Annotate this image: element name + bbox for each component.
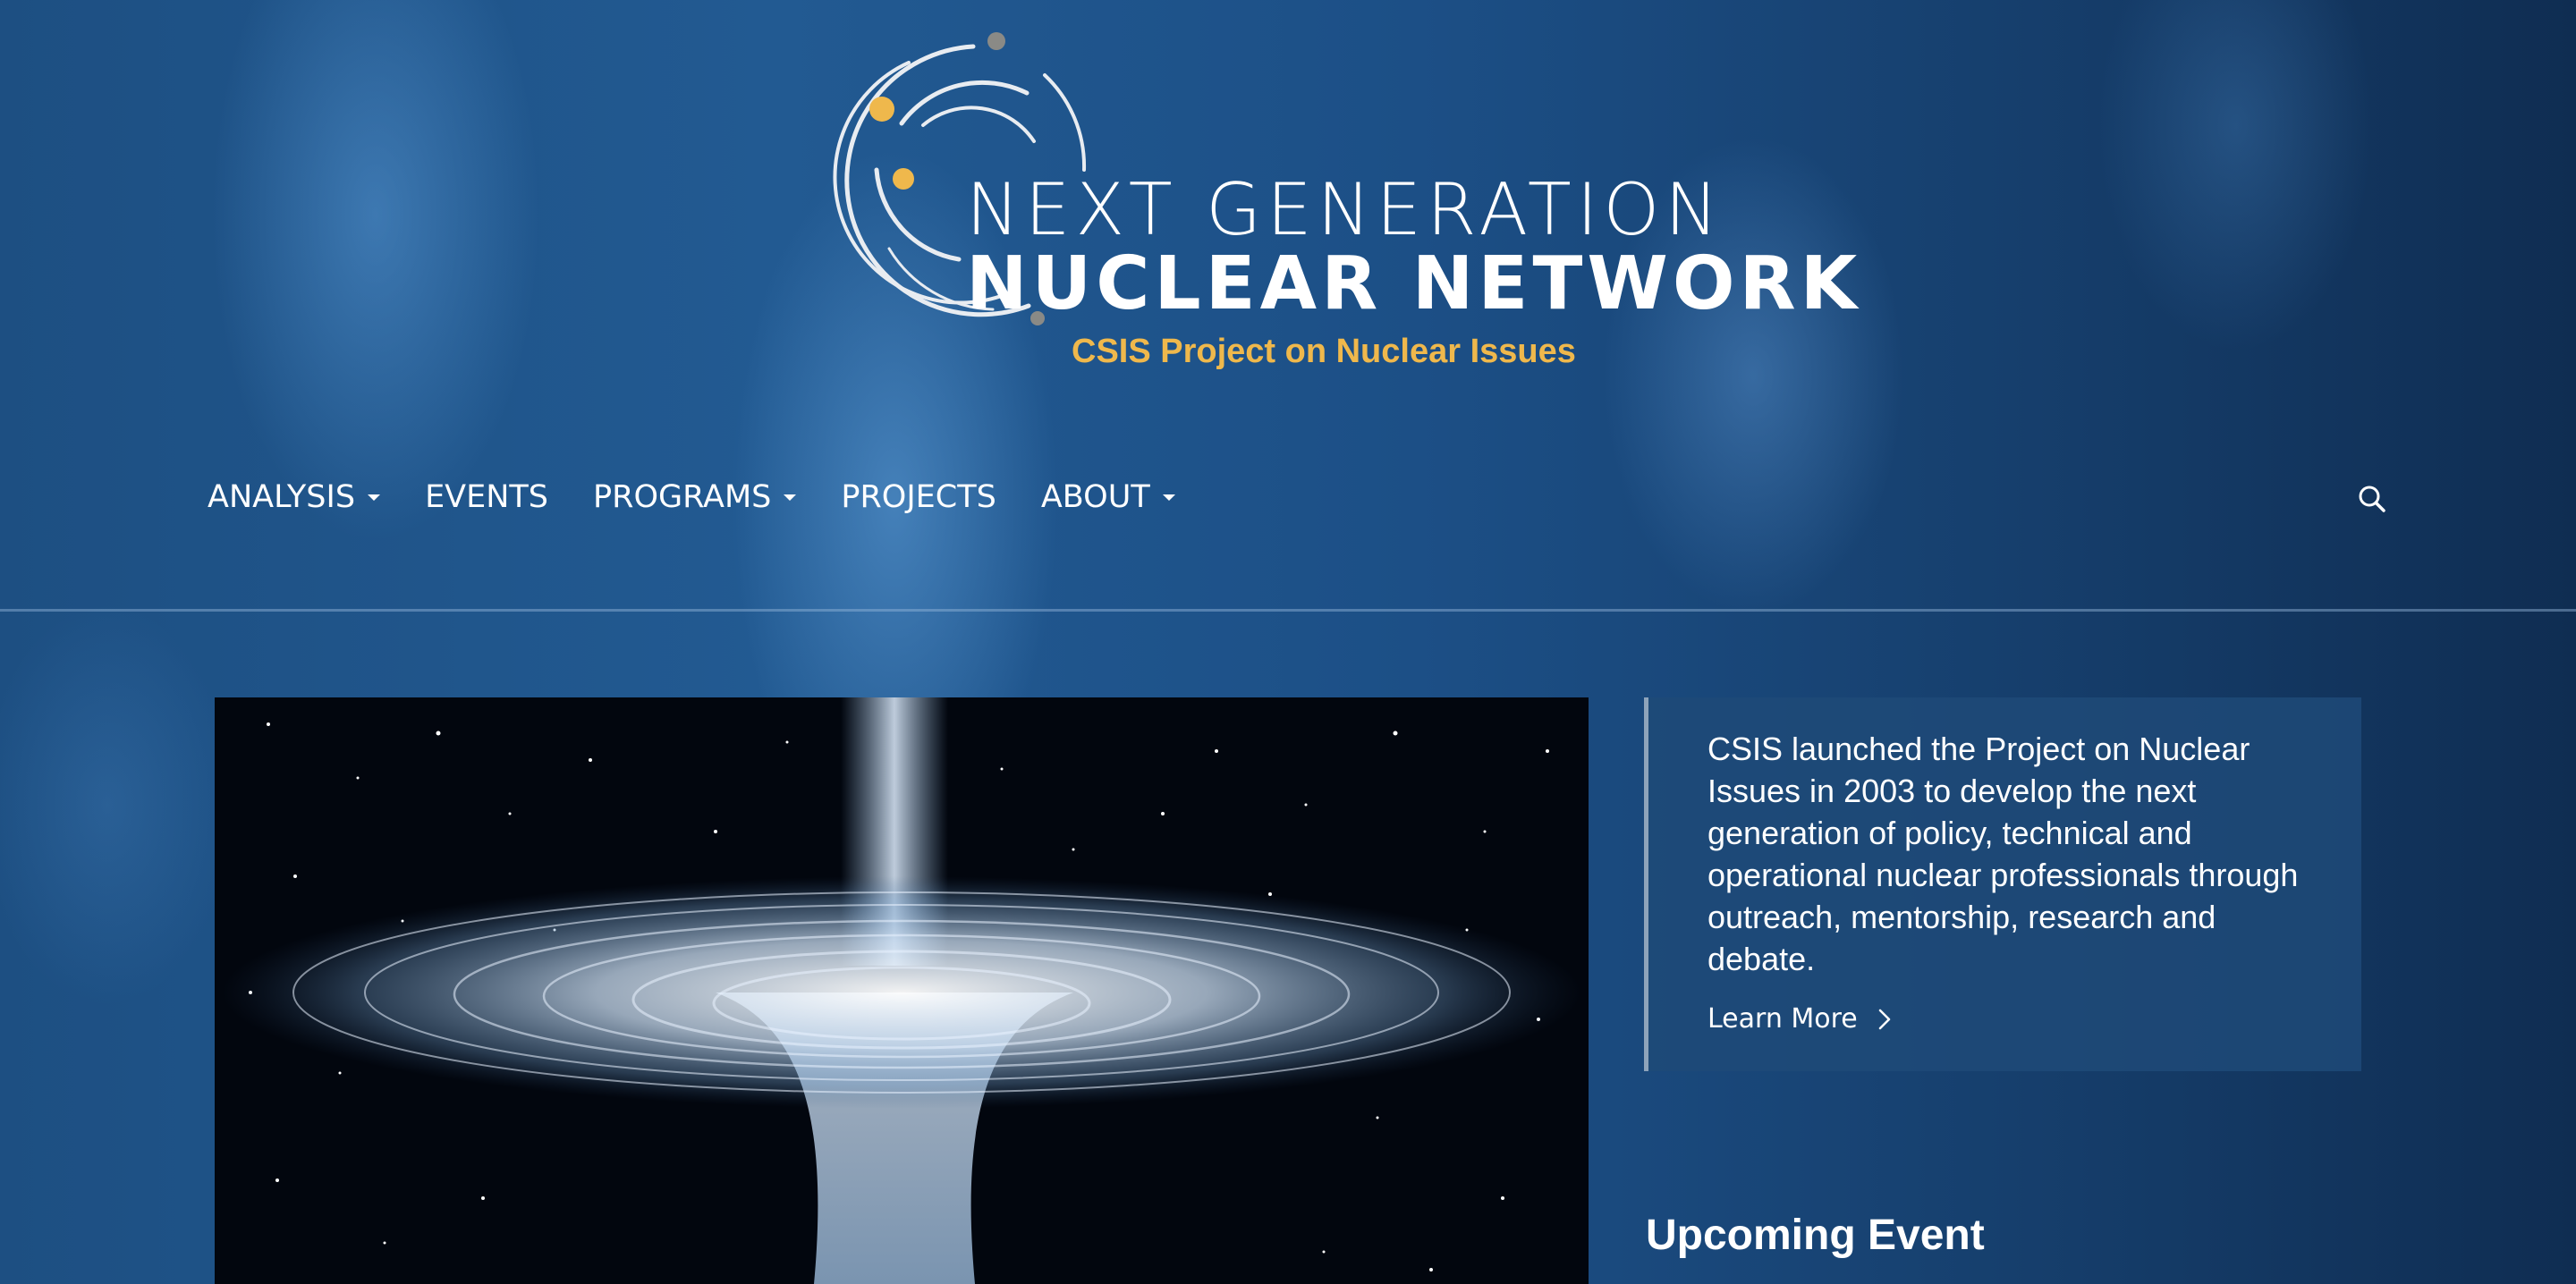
learn-more-link[interactable]: Learn More xyxy=(1707,1003,1892,1035)
nav-item-events[interactable]: EVENTS xyxy=(425,479,548,515)
header-divider xyxy=(0,609,2576,612)
caret-down-icon xyxy=(368,494,381,501)
site-logo[interactable]: NEXT GENERATION NUCLEAR NETWORK xyxy=(823,27,1857,384)
main-nav: ANALYSIS EVENTS PROGRAMS PROJECTS ABOUT xyxy=(208,479,1220,515)
vortex-image xyxy=(215,697,1589,1284)
hero-image[interactable] xyxy=(215,697,1589,1284)
nav-item-label: ABOUT xyxy=(1040,479,1150,515)
search-button[interactable] xyxy=(2356,483,2388,515)
nav-item-label: PROJECTS xyxy=(841,479,996,515)
site-tagline: CSIS Project on Nuclear Issues xyxy=(1072,333,1576,370)
nav-item-label: PROGRAMS xyxy=(593,479,772,515)
nav-item-programs[interactable]: PROGRAMS xyxy=(593,479,797,515)
nav-item-projects[interactable]: PROJECTS xyxy=(841,479,996,515)
about-text: CSIS launched the Project on Nuclear Iss… xyxy=(1707,731,2299,977)
caret-down-icon xyxy=(784,494,797,501)
logo-text-line1: NEXT GENERATION xyxy=(966,168,1724,251)
logo-text-line2: NUCLEAR NETWORK xyxy=(966,241,1862,326)
chevron-right-icon xyxy=(1878,1009,1891,1029)
nav-item-about[interactable]: ABOUT xyxy=(1041,479,1175,515)
caret-down-icon xyxy=(1162,494,1175,501)
nav-item-analysis[interactable]: ANALYSIS xyxy=(208,479,381,515)
about-card: CSIS launched the Project on Nuclear Iss… xyxy=(1644,697,2361,1071)
nav-item-label: ANALYSIS xyxy=(208,479,356,515)
search-icon xyxy=(2359,486,2385,512)
learn-more-label: Learn More xyxy=(1707,1003,1858,1035)
upcoming-event-heading: Upcoming Event xyxy=(1646,1212,1985,1259)
nav-item-label: EVENTS xyxy=(425,479,549,515)
